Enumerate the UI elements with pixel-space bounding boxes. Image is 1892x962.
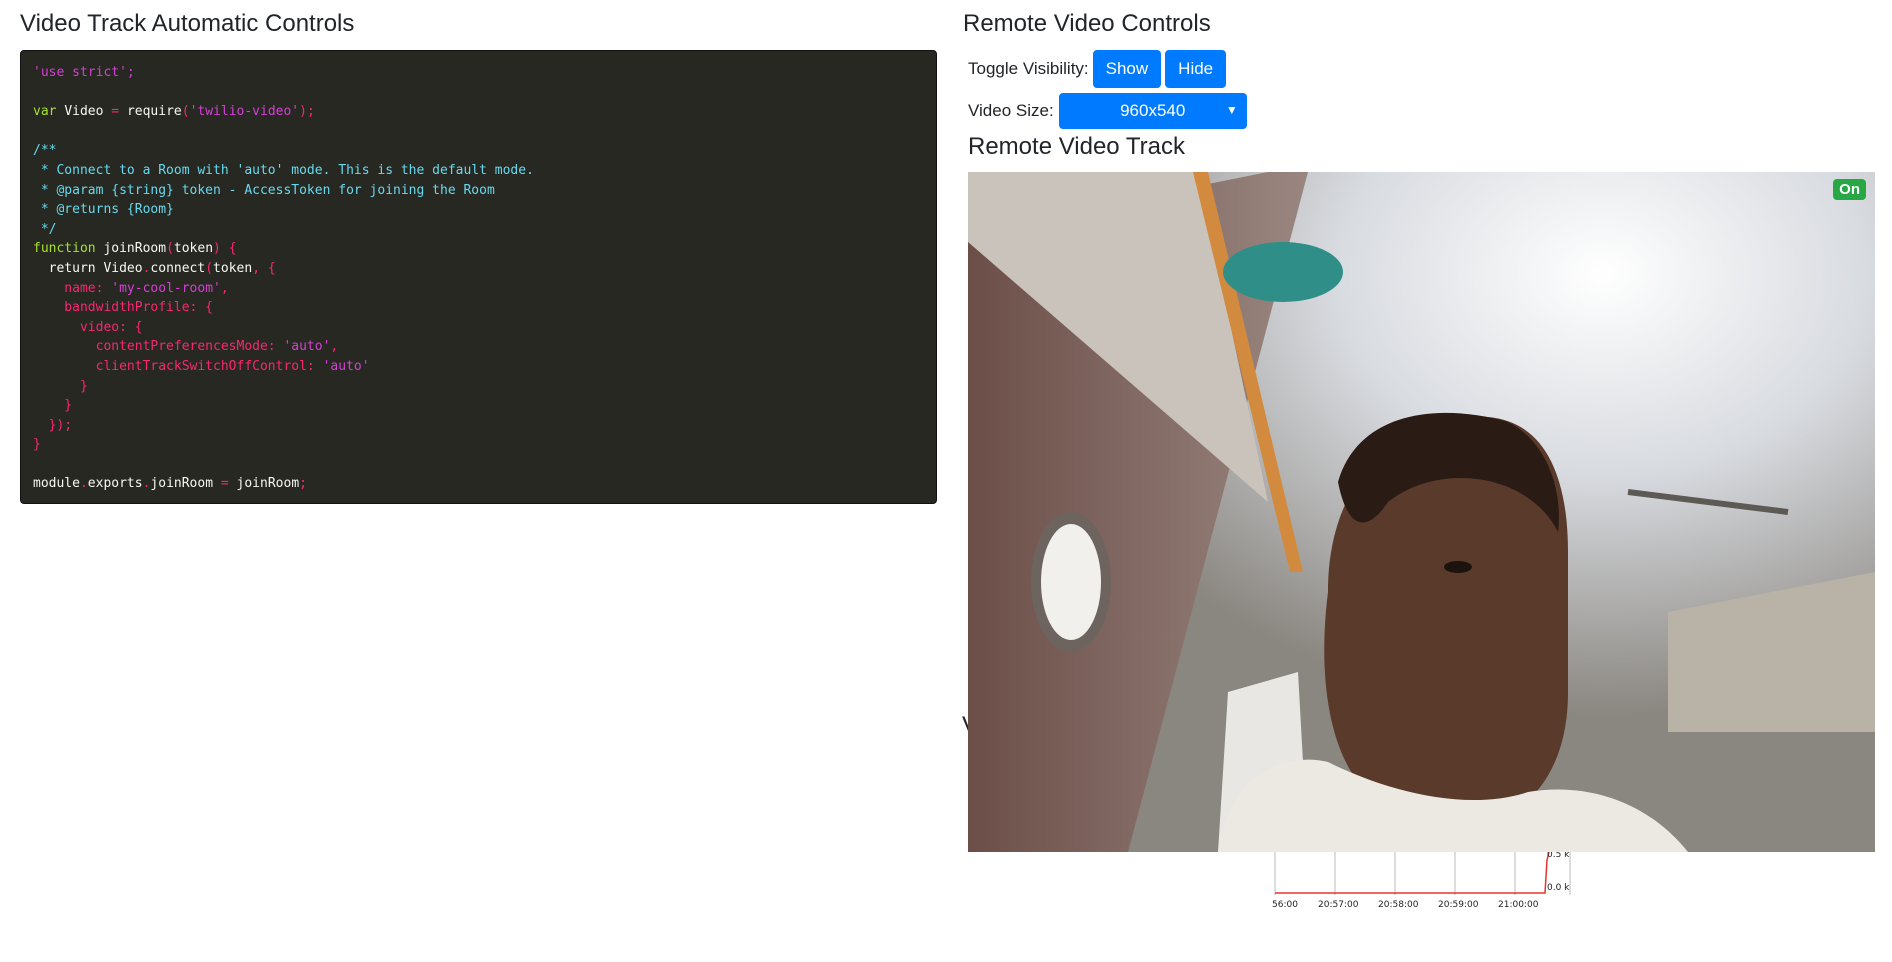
code-line: * @param {string} token - AccessToken fo… — [33, 181, 924, 201]
code-token: , { — [252, 260, 276, 276]
graph-line — [1275, 851, 1550, 894]
code-token: * @param {string} token - AccessToken fo… — [33, 182, 495, 198]
video-size-label: Video Size: — [968, 101, 1054, 120]
code-token: function — [33, 241, 104, 257]
code-token: ; — [299, 476, 307, 492]
code-token: 'twilio-video' — [189, 104, 300, 120]
code-token: /** — [33, 143, 57, 159]
code-token: contentPreferencesMode: — [33, 339, 284, 355]
x-label-1: 56:00 — [1272, 900, 1298, 910]
code-token: token — [213, 260, 253, 276]
x-label-3: 20:58:00 — [1378, 900, 1419, 910]
code-token: * @returns {Room} — [33, 202, 174, 218]
code-token: 'auto' — [322, 358, 370, 374]
code-token: */ — [33, 221, 57, 237]
visibility-label: Toggle Visibility: — [968, 59, 1089, 78]
code-token: name: — [33, 280, 112, 296]
code-line: 'use strict'; — [33, 63, 924, 83]
status-badge: On — [1833, 179, 1866, 200]
code-token: joinRoom — [236, 476, 300, 492]
code-token: Video — [103, 260, 143, 276]
hide-button[interactable]: Hide — [1165, 50, 1227, 88]
video-size-controls: Video Size: 960x540 ▼ — [968, 93, 1247, 129]
code-token: ( — [166, 241, 174, 257]
code-line: } — [33, 377, 924, 397]
code-line: }); — [33, 416, 924, 436]
code-token: } — [33, 378, 88, 394]
code-line: * Connect to a Room with 'auto' mode. Th… — [33, 161, 924, 181]
x-label-5: 21:00:00 — [1498, 900, 1539, 910]
code-token: } — [33, 398, 73, 414]
code-token: ( — [181, 104, 190, 120]
code-token: 'use strict'; — [33, 65, 135, 80]
code-token: ( — [205, 260, 214, 276]
code-token: }); — [33, 417, 73, 433]
code-token: bandwidthProfile: { — [33, 300, 214, 316]
left-panel-title: Video Track Automatic Controls — [20, 10, 355, 37]
video-frame-image — [968, 172, 1875, 852]
code-token: return — [33, 260, 104, 276]
code-token: joinRoom — [150, 476, 221, 492]
code-line: } — [33, 435, 924, 455]
code-token: exports — [87, 476, 143, 492]
remote-track-title: Remote Video Track — [968, 133, 1185, 160]
code-token: 'my-cool-room' — [111, 280, 221, 296]
chevron-down-icon: ▼ — [1225, 103, 1238, 117]
code-token: require — [126, 104, 182, 120]
code-line: video: { — [33, 318, 924, 338]
visibility-controls: Toggle Visibility: Show Hide — [968, 50, 1227, 88]
code-line: * @returns {Room} — [33, 200, 924, 220]
code-token: ); — [299, 104, 315, 120]
code-line: */ — [33, 220, 924, 240]
code-line: name: 'my-cool-room', — [33, 279, 924, 299]
code-token: connect — [150, 260, 206, 276]
code-token: module — [33, 476, 80, 492]
code-token: joinRoom — [103, 241, 167, 257]
code-token: } — [33, 437, 41, 453]
video-size-select[interactable]: 960x540 ▼ — [1058, 93, 1247, 129]
code-token: ) { — [213, 241, 237, 257]
code-token: token — [173, 241, 214, 257]
code-line: module.exports.joinRoom = joinRoom; — [33, 474, 924, 494]
code-line: var Video = require('twilio-video'); — [33, 102, 924, 122]
code-token: 'auto' — [283, 339, 331, 355]
code-token: , — [220, 280, 229, 296]
code-token: clientTrackSwitchOffControl: — [33, 358, 323, 374]
code-token: * Connect to a Room with 'auto' mode. Th… — [33, 162, 534, 178]
code-token: . — [79, 476, 88, 492]
bitrate-graph: 0.5 k 0.0 k 56:00 20:57:00 20:58:00 20:5… — [1270, 850, 1580, 910]
remote-video[interactable]: On — [968, 172, 1875, 852]
code-line: clientTrackSwitchOffControl: 'auto' — [33, 357, 924, 377]
code-line: } — [33, 396, 924, 416]
code-line: function joinRoom(token) { — [33, 239, 924, 259]
code-line: bandwidthProfile: { — [33, 298, 924, 318]
code-snippet: 'use strict'; var Video = require('twilio… — [20, 50, 937, 504]
code-token: video: { — [33, 319, 143, 335]
show-button[interactable]: Show — [1092, 50, 1162, 88]
code-line: /** — [33, 141, 924, 161]
x-label-4: 20:59:00 — [1438, 900, 1479, 910]
code-token: , — [330, 339, 339, 355]
right-panel-title: Remote Video Controls — [963, 10, 1211, 37]
code-token: var — [33, 104, 65, 120]
video-size-value: 960x540 — [1120, 101, 1186, 120]
code-line: return Video.connect(token, { — [33, 259, 924, 279]
x-label-2: 20:57:00 — [1318, 900, 1359, 910]
code-line: contentPreferencesMode: 'auto', — [33, 337, 924, 357]
code-token: Video — [64, 104, 112, 120]
graph-gridlines — [1274, 850, 1571, 895]
code-token: = — [111, 104, 127, 120]
y-label-bottom: 0.0 k — [1547, 883, 1570, 893]
code-token: = — [220, 476, 237, 492]
